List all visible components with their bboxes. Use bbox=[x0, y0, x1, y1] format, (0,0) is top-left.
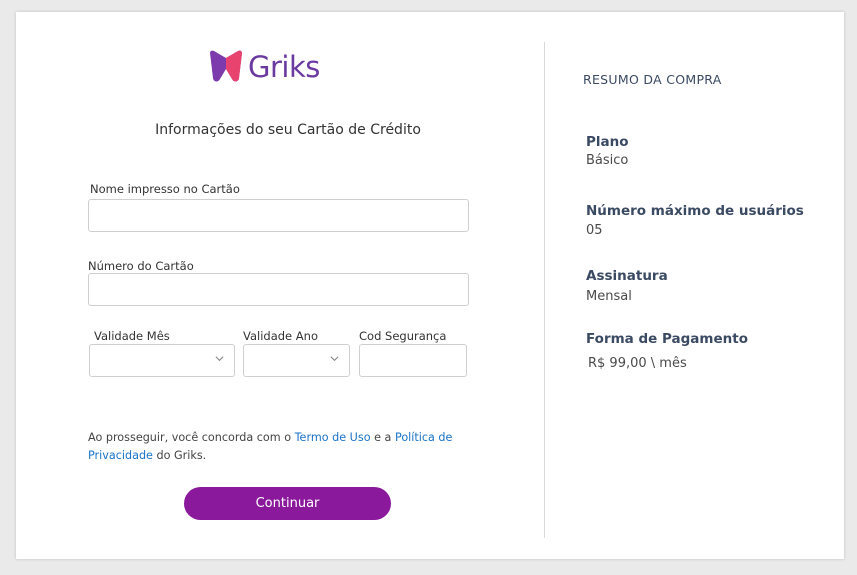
expiry-year-label: Validade Ano bbox=[243, 329, 318, 343]
terms-notice: Ao prosseguir, você concorda com o Termo… bbox=[88, 429, 468, 465]
form-title: Informações do seu Cartão de Crédito bbox=[155, 122, 421, 138]
terms-of-use-link[interactable]: Termo de Uso bbox=[295, 431, 371, 444]
terms-prefix: Ao prosseguir, você concorda com o bbox=[88, 431, 292, 444]
payment-value: R$ 99,00 \ mês bbox=[588, 356, 687, 371]
max-users-value: 05 bbox=[586, 223, 603, 238]
brand-name: Griks bbox=[248, 50, 320, 84]
card-name-input[interactable] bbox=[88, 199, 469, 232]
plan-value: Básico bbox=[586, 153, 629, 168]
brand-logo: Griks bbox=[208, 50, 320, 84]
plan-heading: Plano bbox=[586, 134, 629, 150]
card-number-input[interactable] bbox=[88, 273, 469, 306]
griks-tooth-logo-icon bbox=[210, 50, 242, 82]
security-code-input[interactable] bbox=[359, 344, 467, 377]
chevron-down-icon bbox=[215, 356, 224, 362]
card-name-label: Nome impresso no Cartão bbox=[90, 182, 240, 196]
max-users-heading: Número máximo de usuários bbox=[586, 203, 804, 219]
summary-title: RESUMO DA COMPRA bbox=[583, 72, 722, 87]
payment-heading: Forma de Pagamento bbox=[586, 331, 748, 347]
expiry-month-label: Validade Mês bbox=[94, 329, 170, 343]
security-code-label: Cod Segurança bbox=[359, 329, 447, 343]
terms-middle: e a bbox=[374, 431, 392, 444]
continue-button[interactable]: Continuar bbox=[184, 487, 391, 520]
checkout-card: Griks Informações do seu Cartão de Crédi… bbox=[16, 12, 844, 559]
card-number-label: Número do Cartão bbox=[88, 259, 194, 273]
terms-suffix: do Griks. bbox=[156, 449, 207, 462]
subscription-value: Mensal bbox=[586, 289, 632, 304]
chevron-down-icon bbox=[330, 356, 339, 362]
expiry-year-select[interactable] bbox=[243, 344, 350, 377]
subscription-heading: Assinatura bbox=[586, 268, 668, 284]
expiry-month-select[interactable] bbox=[89, 344, 235, 377]
panel-divider bbox=[544, 42, 545, 538]
